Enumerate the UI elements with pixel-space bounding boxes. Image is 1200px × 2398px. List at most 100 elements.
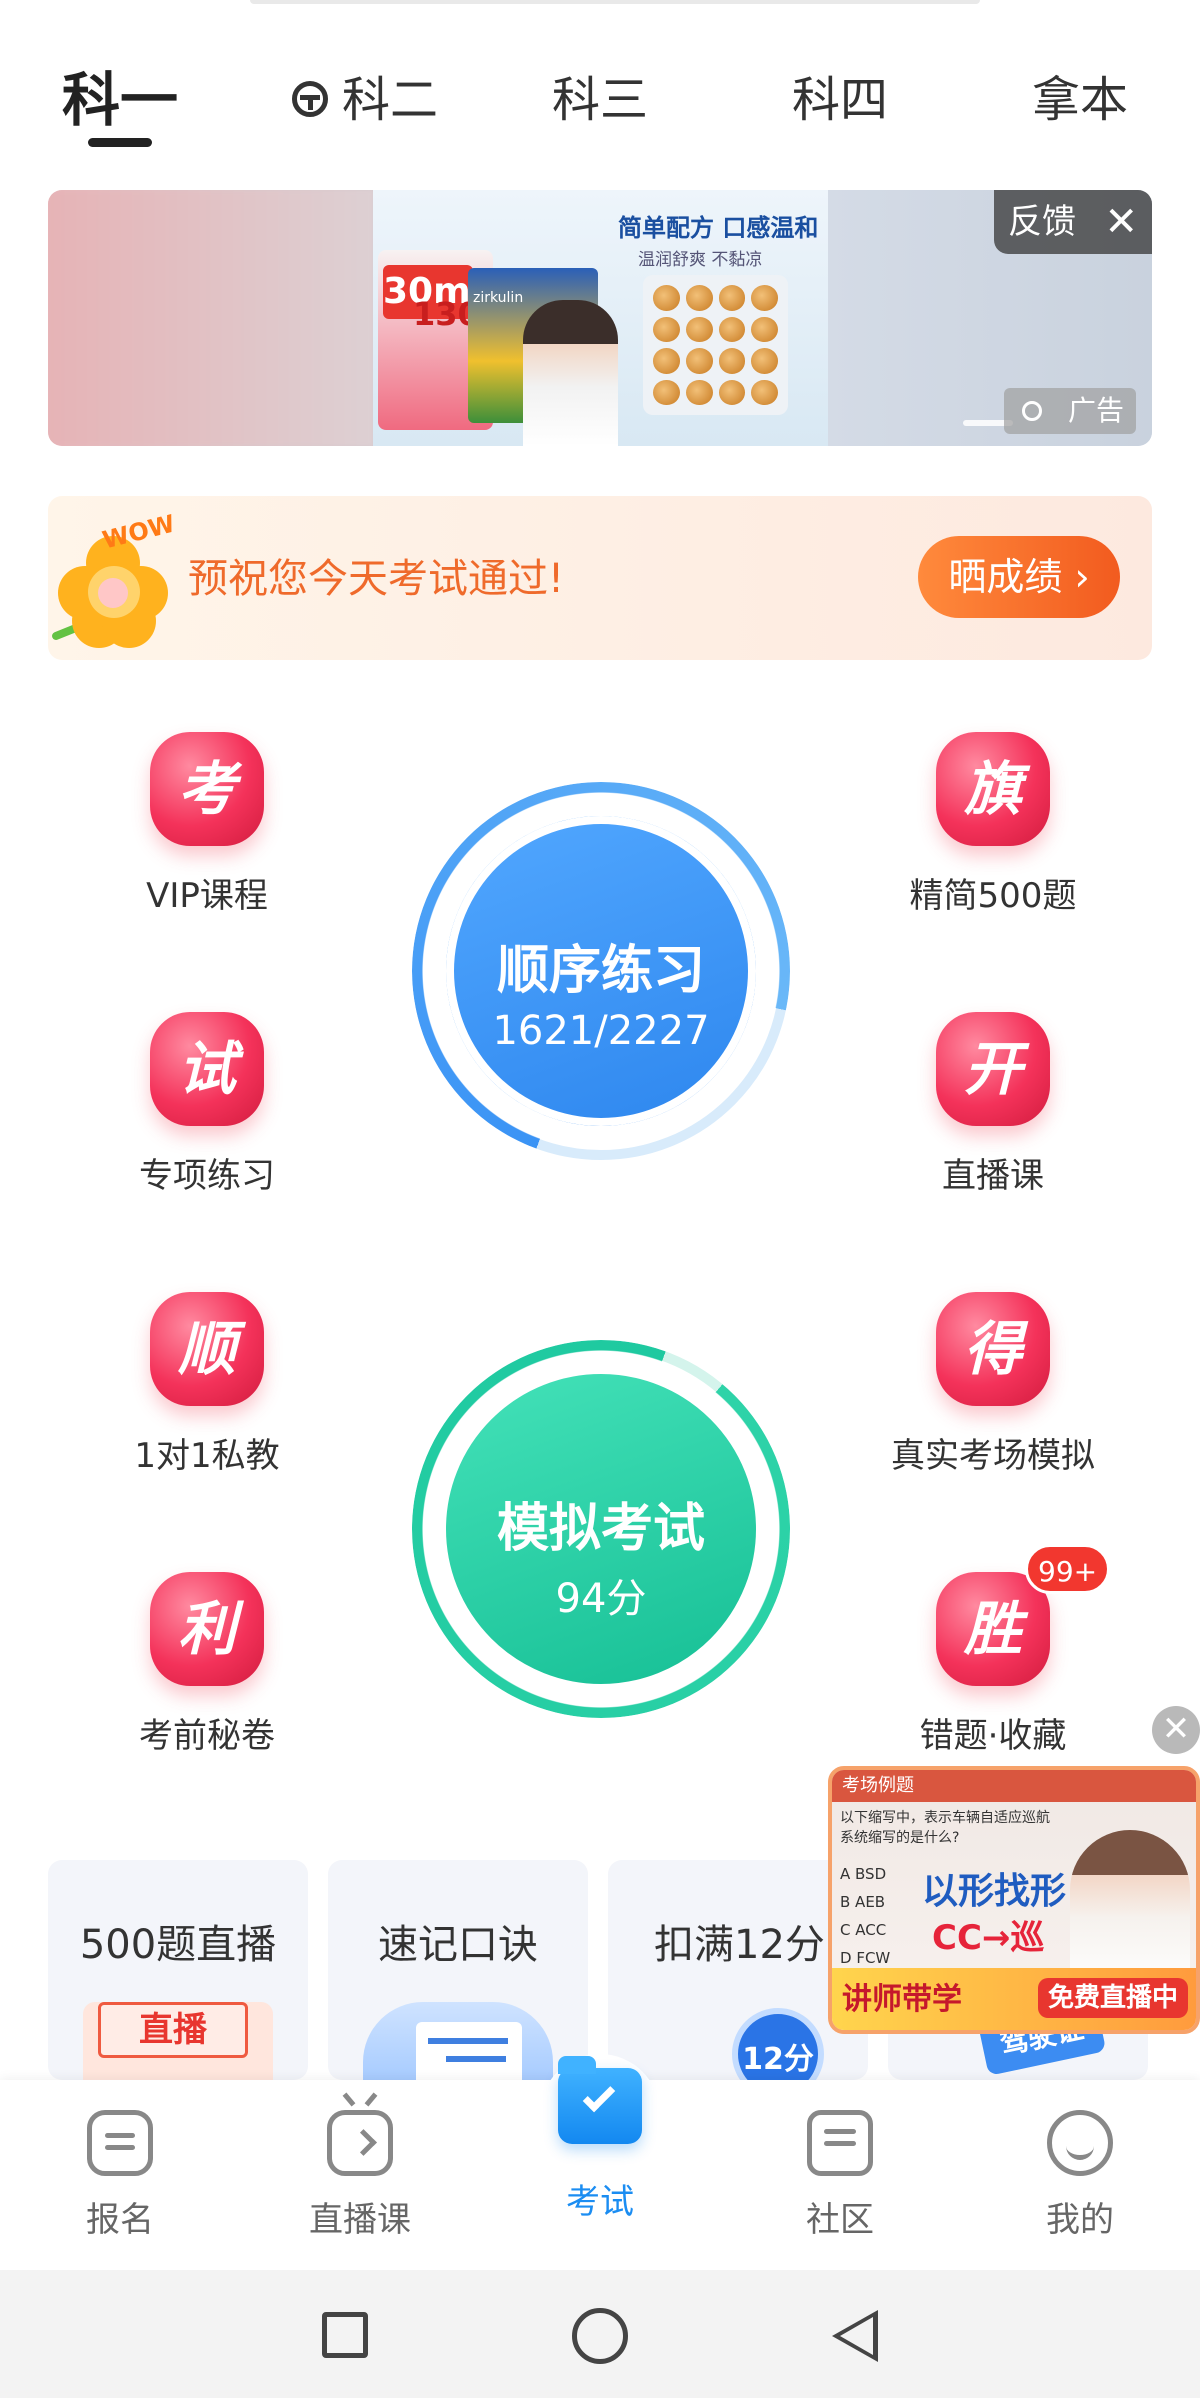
feature-secret-papers[interactable]: 利 考前秘卷 [87,1572,327,1757]
steering-wheel-icon [292,81,328,117]
option-c: C ACC [840,1921,887,1939]
bottom-tab-bar: 报名 直播课 考试 社区 我的 [0,2054,1200,2270]
free-live-badge: 免费直播中 [1037,1978,1188,2018]
tabbar-community[interactable]: 社区 [740,2080,940,2241]
tabbar-label: 考试 [566,2182,634,2222]
ad-brand: zirkulin [473,290,524,306]
share-score-button[interactable]: 晒成绩 › [918,536,1120,618]
home-icon[interactable] [572,2308,628,2364]
tv-icon [327,2110,393,2176]
tab-label: 拿本 [1032,72,1129,128]
practice-title: 顺序练习 [496,941,705,1001]
tab-subject-4[interactable]: 科四 [792,60,888,140]
status-notch [250,0,980,4]
ad-banner[interactable]: 30mg 130 zirkulin 简单配方 口感温和 温润舒爽 不黏凉 反馈 … [48,190,1152,446]
close-icon[interactable]: ✕ [1104,202,1138,242]
teacher-image [1070,1830,1190,1990]
ad-info-icon [1022,401,1042,421]
tab-subject-1[interactable]: 科一 [62,60,178,140]
open-glyph-icon: 开 [936,1012,1050,1126]
video-options: A BSD B AEB C ACC D FCW [840,1860,890,1972]
flag-glyph-icon: 旗 [936,732,1050,846]
ad-subline: 温润舒爽 不黏凉 [638,250,763,270]
back-icon[interactable] [832,2310,878,2362]
mock-exam-score: 94分 [555,1576,647,1622]
ad-tag: 广告 [1004,388,1136,434]
lecturer-label: 讲师带学 [842,1982,962,2017]
try-glyph-icon: 试 [150,1012,264,1126]
live-tag: 直播 [98,2002,248,2058]
tab-subject-2[interactable]: 科二 [292,60,438,140]
points-badge: 12分 [732,2008,824,2080]
feature-mistakes-favorites[interactable]: 胜 99+ 错题·收藏 [873,1544,1113,1757]
card-500-live[interactable]: 500题直播 直播 [48,1860,308,2080]
feature-special-practice[interactable]: 试 专项练习 [87,1012,327,1197]
feature-label: 专项练习 [139,1156,275,1196]
recent-apps-icon[interactable] [322,2312,368,2358]
good-luck-message: 预祝您今天考试通过! [188,556,565,602]
tab-get-license[interactable]: 拿本 [1032,60,1128,140]
win-glyph-icon: 胜 [936,1572,1050,1686]
sequential-practice-button[interactable]: 顺序练习 1621/2227 [438,808,764,1134]
profile-icon [1047,2110,1113,2176]
feature-real-exam-sim[interactable]: 得 真实考场模拟 [873,1292,1113,1477]
feature-label: 直播课 [942,1156,1044,1196]
success-glyph-icon: 利 [150,1572,264,1686]
tab-label: 科四 [792,72,889,128]
tabbar-live[interactable]: 直播课 [260,2080,460,2241]
exam-folder-icon [558,2056,642,2144]
chat-icon [807,2110,873,2176]
tab-subject-3[interactable]: 科三 [552,60,648,140]
feature-simplified-500[interactable]: 旗 精简500题 [873,732,1113,917]
practice-progress-text: 1621/2227 [492,1008,710,1054]
video-question: 以下缩写中，表示车辆自适应巡航系统缩写的是什么? [840,1810,1050,1846]
subject-tabs: 科一 科二 科三 科四 拿本 [0,60,1200,160]
ad-headline: 简单配方 口感温和 [618,214,819,242]
ad-tag-label: 广告 [1067,394,1124,427]
feature-label: VIP课程 [146,876,268,916]
smooth-glyph-icon: 顺 [150,1292,264,1406]
tabbar-label: 报名 [86,2200,154,2240]
document-icon [416,2022,522,2080]
feature-label: 错题·收藏 [919,1716,1067,1756]
tabbar-label: 我的 [1046,2200,1114,2240]
ad-model-image [523,300,618,446]
card-title: 速记口诀 [378,1922,538,1968]
feature-label: 1对1私教 [134,1436,280,1476]
tabbar-label: 社区 [806,2200,874,2240]
card-title: 500题直播 [79,1922,277,1968]
ad-feedback-label: 反馈 [1008,202,1076,242]
ad-blister-pack [643,275,788,415]
form-icon [87,2110,153,2176]
floating-live-video[interactable]: 考场例题 以下缩写中，表示车辆自适应巡航系统缩写的是什么? A BSD B AE… [828,1766,1200,2034]
feature-private-tutor[interactable]: 顺 1对1私教 [87,1292,327,1477]
feature-label: 精简500题 [909,876,1077,916]
mock-exam-button[interactable]: 模拟考试 94分 [438,1366,764,1692]
video-header: 考场例题 [832,1770,1196,1802]
tabbar-mine[interactable]: 我的 [980,2080,1180,2241]
active-tab-indicator [88,138,152,147]
feature-label: 真实考场模拟 [891,1436,1095,1476]
feature-vip-course[interactable]: 考 VIP课程 [87,732,327,917]
tabbar-exam[interactable]: 考试 [500,2056,700,2223]
ad-product-image: 30mg 130 zirkulin 简单配方 口感温和 温润舒爽 不黏凉 [373,190,1013,446]
exam-glyph-icon: 考 [150,732,264,846]
feature-label: 考前秘卷 [139,1716,275,1756]
video-main-text: 以形找形 [922,1871,1067,1912]
option-a: A BSD [840,1865,887,1883]
ad-feedback-button[interactable]: 反馈 ✕ [994,190,1152,254]
option-b: B AEB [840,1893,886,1911]
ad-background-left [48,190,373,446]
tabbar-signup[interactable]: 报名 [20,2080,220,2241]
card-memo-rhymes[interactable]: 速记口诀 [328,1860,588,2080]
close-icon[interactable]: ✕ [1152,1706,1200,1754]
gain-glyph-icon: 得 [936,1292,1050,1406]
feature-live-course[interactable]: 开 直播课 [873,1012,1113,1197]
tab-label: 科二 [342,72,439,128]
system-navigation-bar [0,2270,1200,2398]
tabbar-label: 直播课 [309,2200,411,2240]
mock-exam-title: 模拟考试 [496,1499,705,1559]
video-cc-text: CC→巡 [932,1918,1045,1958]
notification-badge: 99+ [1025,1544,1111,1594]
tab-label: 科一 [62,66,179,134]
